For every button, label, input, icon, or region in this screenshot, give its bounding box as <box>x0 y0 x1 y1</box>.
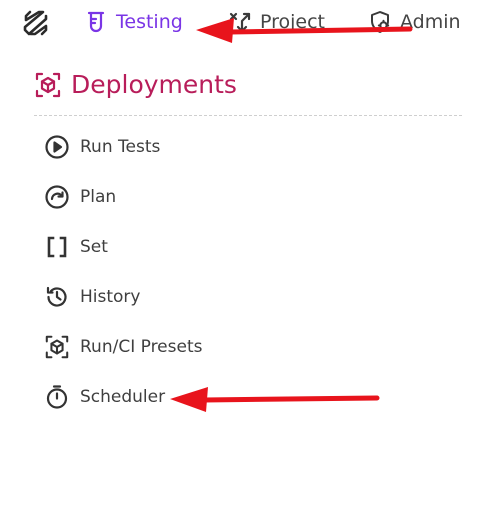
play-circle-icon <box>44 134 70 160</box>
menu-item-set[interactable]: Set <box>44 222 444 272</box>
section-header: Deployments <box>34 70 237 99</box>
menu-item-label: Run/CI Presets <box>80 337 203 357</box>
redo-circle-icon <box>44 184 70 210</box>
test-tube-icon <box>84 10 108 34</box>
menu-item-run-tests[interactable]: Run Tests <box>44 122 444 172</box>
stopwatch-icon <box>44 384 70 410</box>
nav-tab-project[interactable]: Project <box>228 0 325 44</box>
nav-tab-label: Project <box>260 11 326 33</box>
brackets-icon <box>44 234 70 260</box>
menu-item-run-ci-presets[interactable]: Run/CI Presets <box>44 322 444 372</box>
nav-tab-label: Admin <box>400 11 461 33</box>
slash-pencil-logo-icon[interactable] <box>21 8 51 38</box>
menu-item-label: Set <box>80 237 108 257</box>
menu-item-label: Scheduler <box>80 387 166 407</box>
shield-gear-icon <box>368 10 392 34</box>
nav-tab-admin[interactable]: Admin <box>368 0 461 44</box>
nav-tab-testing[interactable]: Testing <box>84 0 183 44</box>
history-icon <box>44 284 70 310</box>
section-title: Deployments <box>71 70 237 99</box>
cube-scan-icon <box>44 334 70 360</box>
deployments-menu: Run Tests Plan Set History Run/CI Preset… <box>44 122 444 422</box>
cube-scan-icon <box>34 71 62 99</box>
menu-item-label: History <box>80 287 141 307</box>
page: Testing Project Admin Deployments Run Te… <box>0 0 493 514</box>
nav-tab-label: Testing <box>116 11 183 33</box>
menu-item-label: Run Tests <box>80 137 161 157</box>
menu-item-label: Plan <box>80 187 117 207</box>
menu-item-scheduler[interactable]: Scheduler <box>44 372 444 422</box>
section-divider <box>34 115 462 116</box>
menu-item-history[interactable]: History <box>44 272 444 322</box>
menu-item-plan[interactable]: Plan <box>44 172 444 222</box>
top-navigation: Testing Project Admin <box>0 0 493 44</box>
shuffle-icon <box>228 10 252 34</box>
